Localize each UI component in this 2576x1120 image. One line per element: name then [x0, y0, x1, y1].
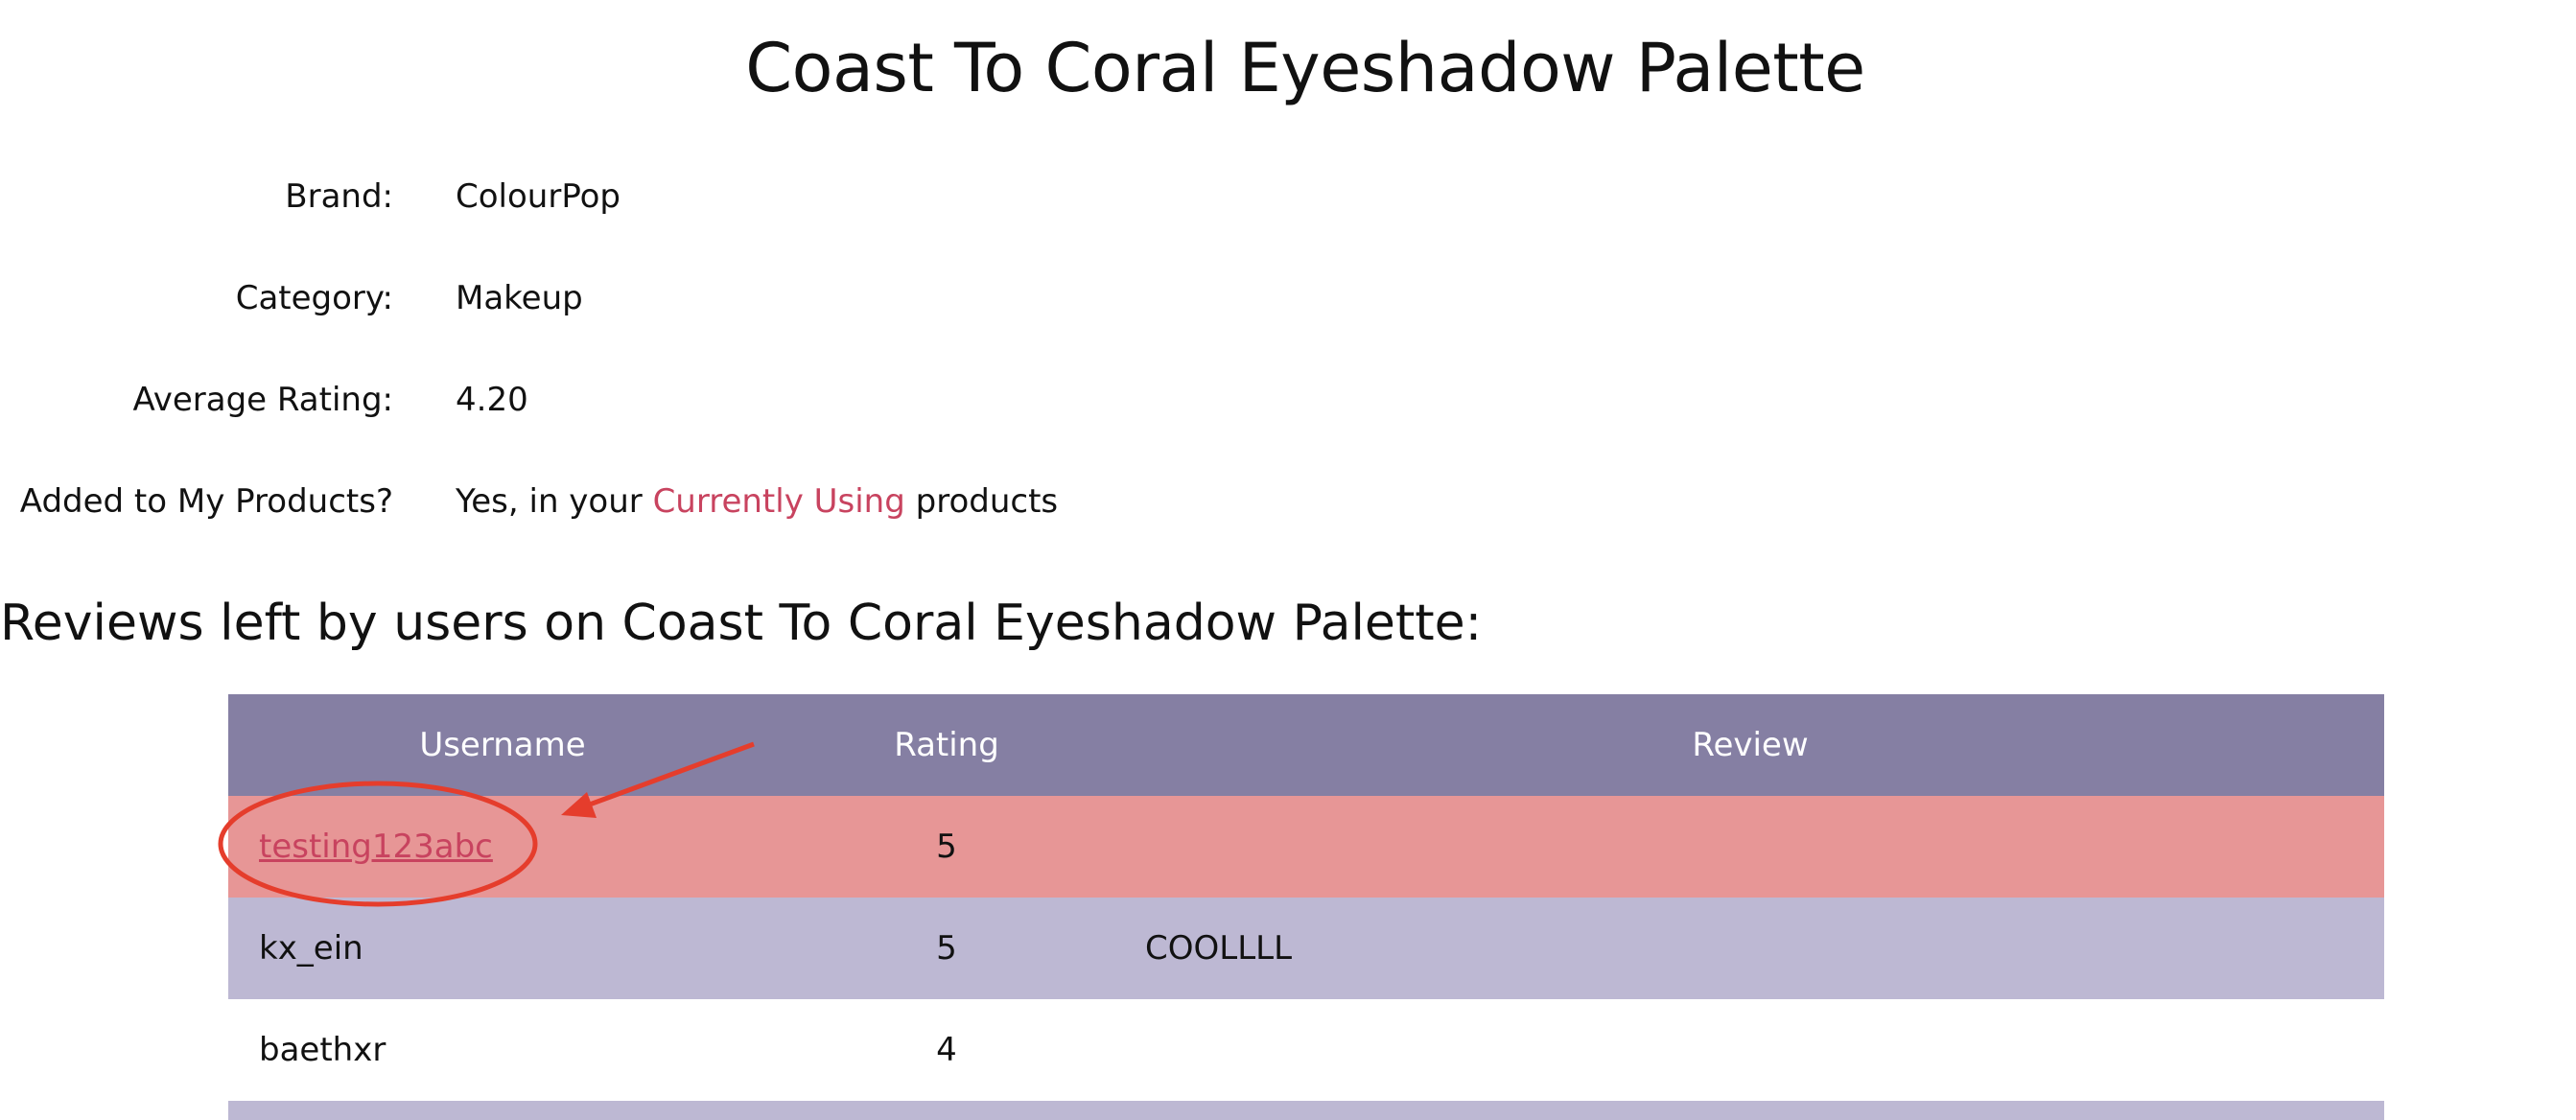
brand-value: ColourPop: [456, 177, 621, 216]
username-cell: baethxr: [228, 999, 777, 1101]
username-column-header: Username: [228, 694, 777, 796]
table-row: baethxr 4: [228, 999, 2384, 1101]
added-to-products-label: Added to My Products?: [19, 482, 393, 521]
username-cell: testing123abc: [228, 796, 777, 898]
average-rating-label: Average Rating:: [132, 381, 393, 419]
table-header-row: Username Rating Review: [228, 694, 2384, 796]
added-prefix-text: Yes, in your: [456, 482, 653, 521]
category-label: Category:: [235, 279, 393, 317]
username-link[interactable]: testing123abc: [259, 828, 493, 866]
reviews-heading: Reviews left by users on Coast To Coral …: [0, 595, 1483, 652]
rating-cell: 5: [777, 898, 1116, 999]
review-cell: [1116, 796, 2384, 898]
product-page: Coast To Coral Eyeshadow Palette Brand: …: [0, 0, 2576, 1120]
added-to-products-value: Yes, in your Currently Using products: [456, 482, 1058, 521]
average-rating-value: 4.20: [456, 381, 528, 419]
table-row: testing123abc 5: [228, 796, 2384, 898]
reviews-table: Username Rating Review testing123abc 5 k…: [228, 694, 2384, 1120]
review-cell: COOLLLL: [1116, 898, 2384, 999]
review-column-header: Review: [1116, 694, 2384, 796]
added-suffix-text: products: [904, 482, 1059, 521]
review-cell: [1116, 999, 2384, 1101]
currently-using-link[interactable]: Currently Using: [653, 482, 905, 521]
table-row: kx_ein 5 COOLLLL: [228, 898, 2384, 999]
username-cell: kx_ein: [228, 898, 777, 999]
rating-cell: 4: [777, 999, 1116, 1101]
table-row-partial: [228, 1101, 2384, 1120]
brand-label: Brand:: [285, 177, 393, 216]
page-title: Coast To Coral Eyeshadow Palette: [745, 29, 1865, 107]
category-value: Makeup: [456, 279, 583, 317]
rating-cell: 5: [777, 796, 1116, 898]
rating-column-header: Rating: [777, 694, 1116, 796]
